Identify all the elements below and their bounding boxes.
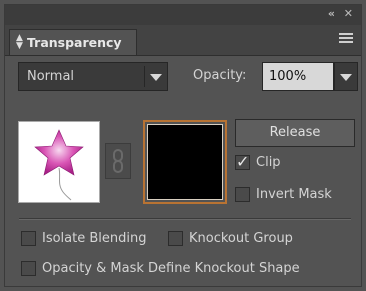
clip-label: Clip xyxy=(256,155,281,170)
tab-label: Transparency xyxy=(27,35,122,50)
up-down-arrows-icon[interactable]: ▲ ▼ xyxy=(16,34,23,51)
knockout-group-row[interactable]: Knockout Group xyxy=(168,231,293,246)
opacity-mask-knockout-checkbox[interactable] xyxy=(21,261,36,276)
clip-checkbox[interactable] xyxy=(235,152,250,171)
isolate-blending-row[interactable]: Isolate Blending xyxy=(21,231,147,246)
knockout-group-checkbox[interactable] xyxy=(168,231,183,246)
panel-titlebar: « ✕ xyxy=(5,5,361,25)
release-button[interactable]: Release xyxy=(235,119,355,147)
invert-mask-label: Invert Mask xyxy=(256,187,332,202)
invert-mask-checkbox-row[interactable]: Invert Mask xyxy=(235,187,332,202)
collapse-icon[interactable]: « xyxy=(328,7,335,20)
opacity-mask-thumbnail[interactable] xyxy=(143,120,227,204)
opacity-mask-knockout-label: Opacity & Mask Define Knockout Shape xyxy=(42,261,300,276)
isolate-blending-label: Isolate Blending xyxy=(42,231,147,246)
pink-star-balloon-thumbnail xyxy=(34,129,84,201)
opacity-input[interactable]: 100% xyxy=(262,62,334,91)
isolate-blending-checkbox[interactable] xyxy=(21,231,36,246)
transparency-panel: « ✕ ▲ ▼ Transparency Normal Opacity: 100% xyxy=(4,4,362,287)
chevron-down-icon[interactable] xyxy=(150,74,162,81)
panel-tab-row: ▲ ▼ Transparency xyxy=(5,25,361,56)
blend-mode-value: Normal xyxy=(27,69,75,84)
clip-checkbox-row[interactable]: Clip xyxy=(235,152,281,171)
chain-link-icon[interactable] xyxy=(105,143,131,179)
opacity-dropdown[interactable] xyxy=(334,62,358,91)
close-icon[interactable]: ✕ xyxy=(344,7,353,20)
tab-transparency[interactable]: ▲ ▼ Transparency xyxy=(9,29,137,55)
opacity-mask-knockout-row[interactable]: Opacity & Mask Define Knockout Shape xyxy=(21,261,300,276)
chevron-down-icon[interactable] xyxy=(340,74,352,81)
panel-menu-icon[interactable] xyxy=(339,33,353,45)
knockout-group-label: Knockout Group xyxy=(189,231,293,246)
invert-mask-checkbox[interactable] xyxy=(235,187,250,202)
opacity-label: Opacity: xyxy=(193,68,247,83)
blend-mode-select[interactable]: Normal xyxy=(18,62,168,91)
artwork-thumbnail[interactable] xyxy=(18,121,100,203)
